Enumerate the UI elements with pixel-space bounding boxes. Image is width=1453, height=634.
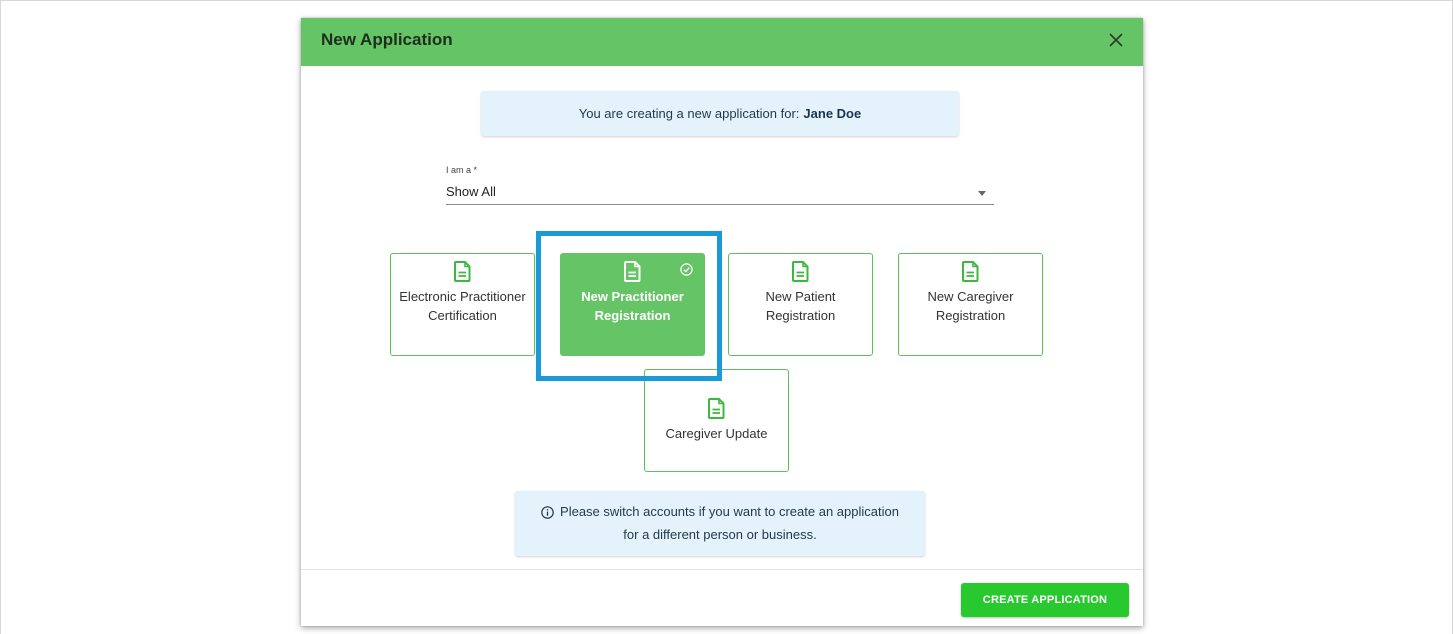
card-new-practitioner-registration[interactable]: New Practitioner Registration [560, 253, 705, 356]
card-label: New Practitioner Registration [581, 289, 684, 323]
applicant-name: Jane Doe [803, 106, 862, 121]
close-button[interactable] [1103, 27, 1129, 53]
new-application-dialog: New Application You are creating a new a… [301, 18, 1143, 626]
role-select[interactable]: Show All [446, 181, 994, 205]
document-icon [454, 261, 471, 283]
dropdown-arrow-icon [978, 191, 986, 196]
document-icon [624, 261, 641, 283]
dialog-title: New Application [321, 30, 453, 49]
card-label: Caregiver Update [665, 426, 768, 441]
document-icon [708, 398, 725, 420]
card-label: New Caregiver Registration [927, 289, 1014, 323]
role-select-label: I am a * [446, 165, 478, 175]
switch-accounts-note: Please switch accounts if you want to cr… [515, 491, 925, 556]
card-label: Electronic Practitioner Certification [399, 289, 526, 323]
card-label: New Patient Registration [765, 289, 836, 323]
card-new-patient-registration[interactable]: New Patient Registration [728, 253, 873, 356]
create-application-button[interactable]: CREATE APPLICATION [961, 583, 1129, 617]
applicant-banner: You are creating a new application for: … [481, 91, 959, 136]
close-icon [1109, 33, 1123, 47]
role-select-value: Show All [446, 184, 496, 199]
info-icon [541, 505, 554, 525]
document-icon [962, 261, 979, 283]
check-circle-icon [680, 263, 693, 281]
card-caregiver-update[interactable]: Caregiver Update [644, 369, 789, 472]
card-new-caregiver-registration[interactable]: New Caregiver Registration [898, 253, 1043, 356]
applicant-banner-text: You are creating a new application for: [578, 106, 800, 121]
dialog-header: New Application [301, 18, 1143, 66]
document-icon [792, 261, 809, 283]
card-electronic-practitioner-certification[interactable]: Electronic Practitioner Certification [390, 253, 535, 356]
switch-accounts-text: Please switch accounts if you want to cr… [560, 504, 899, 542]
footer-divider [301, 569, 1143, 570]
